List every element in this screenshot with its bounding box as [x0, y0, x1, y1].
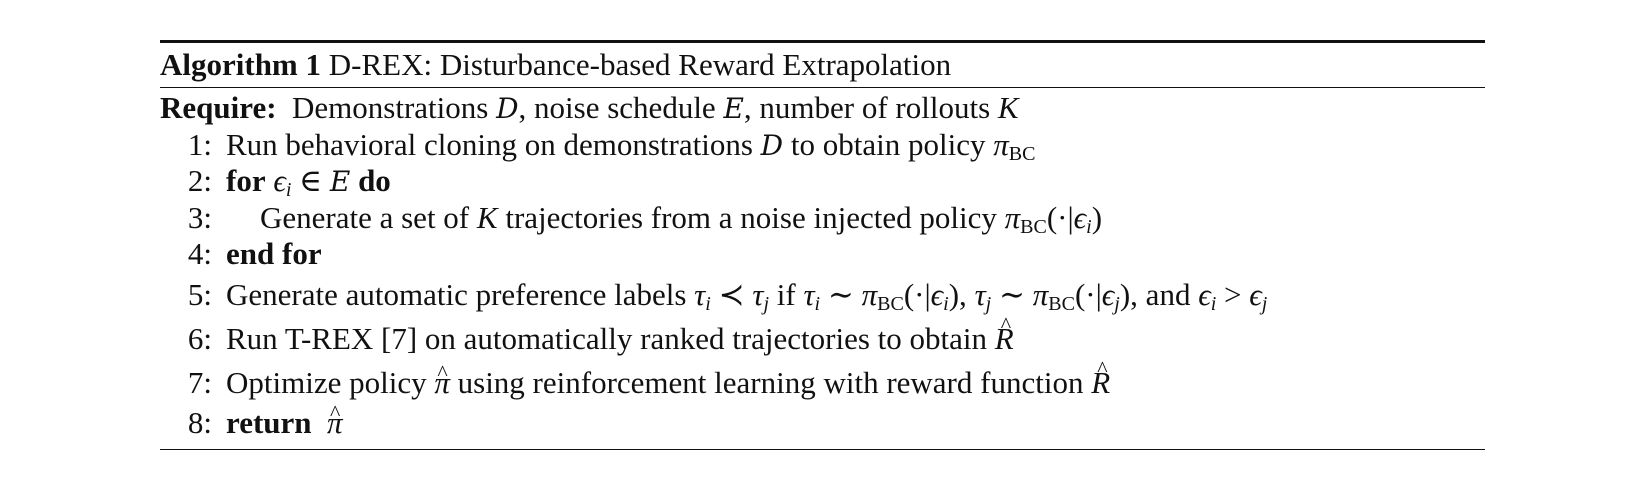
symbol-epsilon: ϵ: [273, 163, 286, 198]
keyword-end-for: end for: [226, 236, 322, 271]
symbol-pi-hat: π: [434, 351, 450, 405]
symbol-prec: ≺: [718, 276, 745, 312]
symbol-args: (·|: [1046, 199, 1074, 235]
subscript-bc: BC: [1048, 292, 1075, 315]
symbol-tau: τ: [803, 276, 815, 312]
symbol-tau: τ: [752, 276, 764, 312]
subscript-j: j: [1261, 292, 1268, 315]
keyword-for: for: [226, 163, 266, 198]
algo-line-1: 1: Run behavioral cloning on demonstratio…: [160, 127, 1485, 164]
symbol-epsilon: ϵ: [930, 276, 944, 312]
symbol-demonstrations: D: [760, 128, 784, 162]
line-1-text-2: to obtain policy: [790, 126, 986, 162]
line-7-text-1: Optimize policy: [226, 364, 427, 400]
require-text-3: , number of rollouts: [743, 90, 991, 125]
symbol-r-hat: R: [1091, 347, 1110, 405]
symbol-r-hat: R: [995, 303, 1014, 361]
subscript-j: j: [763, 292, 769, 315]
symbol-tau: τ: [694, 276, 706, 312]
symbol-pi: π: [861, 276, 878, 312]
symbol-epsilon: ϵ: [1198, 276, 1211, 312]
require-text-1: Demonstrations: [292, 90, 489, 125]
algo-line-8: 8: return π: [160, 395, 1485, 442]
symbol-pi: π: [993, 126, 1009, 162]
line-number: 6:: [187, 320, 212, 356]
algo-line-2: 2: for ϵi ∈ E do: [160, 163, 1485, 200]
algorithm-caption: Algorithm 1 D-REX: Disturbance-based Rew…: [160, 43, 1485, 87]
symbol-noise-schedule: E: [329, 165, 351, 198]
algo-line-5: 5: Generate automatic preference labels τ…: [160, 273, 1485, 317]
line-3-text-1: Generate a set of: [260, 199, 470, 235]
line-7-text-2: using reinforcement learning with reward…: [457, 364, 1084, 400]
symbol-epsilon: ϵ: [1101, 276, 1115, 312]
line-number: 8:: [187, 404, 212, 440]
algorithm-label: Algorithm 1: [160, 47, 322, 82]
algo-line-7: 7: Optimize policy π using reinforcement …: [160, 347, 1485, 405]
symbol-pi: π: [1032, 276, 1049, 312]
symbol-pi: π: [1004, 199, 1021, 235]
line-5-text-and: ), and: [1119, 276, 1191, 312]
line-3-text-2: trajectories from a noise injected polic…: [505, 199, 997, 235]
symbol-k: K: [476, 199, 498, 235]
algo-line-6: 6: Run T-REX [7] on automatically ranked …: [160, 303, 1485, 361]
require-line: Require: Demonstrations D, noise schedul…: [160, 90, 1485, 127]
symbol-noise-schedule: E: [723, 92, 744, 125]
subscript-bc: BC: [1008, 142, 1036, 165]
symbol-sim: ∼: [827, 276, 854, 312]
line-number: 7:: [187, 364, 212, 400]
symbol-tau: τ: [974, 276, 986, 312]
keyword-return: return: [226, 404, 312, 440]
algorithm-title: D-REX: Disturbance-based Reward Extrapol…: [328, 47, 952, 82]
symbol-pi-hat: π: [327, 395, 343, 442]
subscript-i: i: [814, 292, 821, 315]
subscript-i: i: [285, 179, 292, 201]
algorithm-body: Require: Demonstrations D, noise schedul…: [160, 88, 1485, 441]
line-number: 3:: [187, 199, 212, 235]
line-number: 5:: [187, 276, 212, 312]
symbol-args: (·|: [903, 276, 931, 312]
bottom-rule: [160, 449, 1485, 450]
line-5-text-1: Generate automatic preference labels: [226, 276, 687, 312]
line-number: 2:: [187, 163, 212, 198]
symbol-epsilon: ϵ: [1073, 199, 1087, 235]
keyword-do: do: [358, 163, 391, 198]
symbol-gt: >: [1224, 276, 1242, 312]
symbol-demonstrations: D: [496, 92, 519, 125]
symbol-epsilon: ϵ: [1249, 276, 1262, 312]
symbol-args: (·|: [1074, 276, 1102, 312]
require-text-2: , noise schedule: [518, 90, 716, 125]
symbol-k: K: [997, 90, 1019, 125]
symbol-close-paren: ): [1091, 199, 1103, 235]
line-5-text-if: if: [776, 276, 796, 312]
subscript-bc: BC: [877, 292, 904, 315]
line-number: 1:: [187, 126, 212, 162]
line-6-text-1: Run T-REX [7] on automatically ranked tr…: [226, 320, 988, 356]
line-1-text-1: Run behavioral cloning on demonstrations: [226, 126, 753, 162]
algo-line-3: 3: Generate a set of K trajectories from …: [160, 200, 1485, 237]
subscript-i: i: [705, 292, 711, 315]
algo-line-4: 4: end for: [160, 236, 1485, 273]
symbol-close-comma: ),: [948, 276, 967, 312]
algorithm-block: Algorithm 1 D-REX: Disturbance-based Rew…: [160, 40, 1485, 450]
subscript-i: i: [1210, 292, 1217, 315]
subscript-bc: BC: [1020, 215, 1047, 238]
require-label: Require:: [160, 90, 277, 125]
line-number: 4:: [187, 236, 212, 271]
subscript-j: j: [985, 292, 992, 315]
symbol-in: ∈: [299, 163, 323, 198]
